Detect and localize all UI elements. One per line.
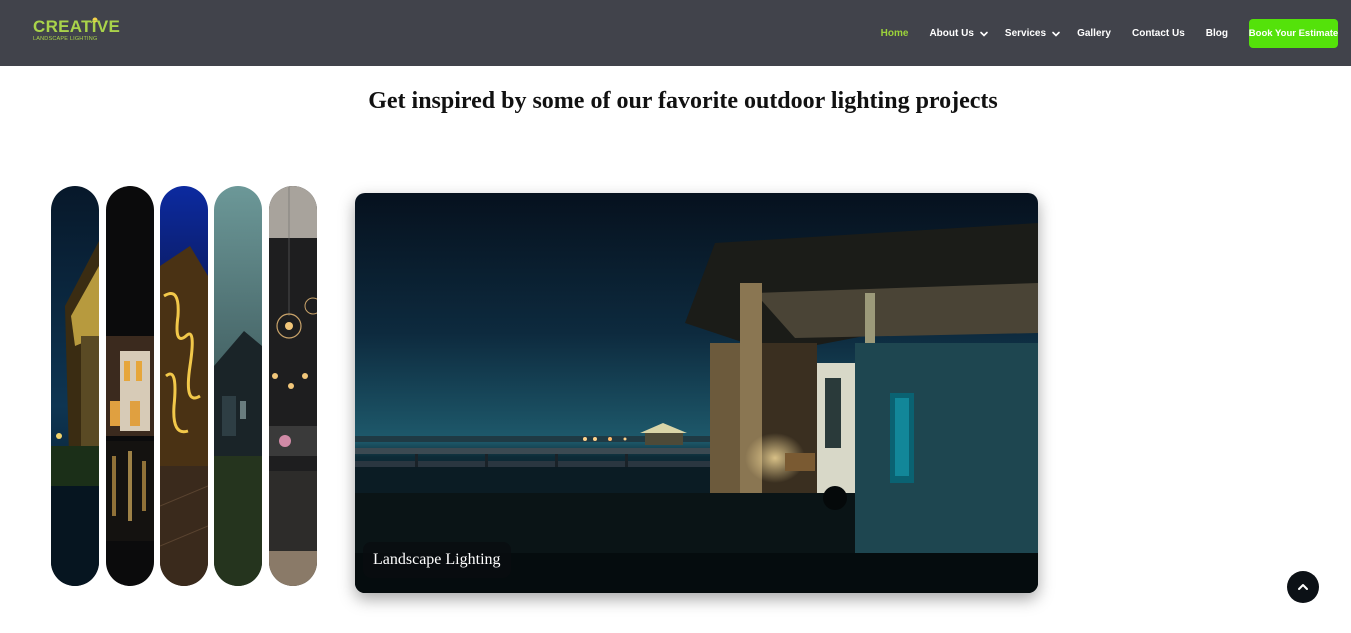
- gallery-thumbnail-1[interactable]: [51, 186, 99, 586]
- gallery-heading: Get inspired by some of our favorite out…: [368, 88, 998, 114]
- gallery-thumbnail-3[interactable]: [160, 186, 208, 586]
- nav-contact-us-label: Contact Us: [1131, 28, 1185, 39]
- nav-gallery[interactable]: Gallery: [1077, 28, 1111, 39]
- bulb-icon: [90, 17, 100, 24]
- brand-logo[interactable]: CREATIVE LANDSCAPE LIGHTING: [33, 17, 128, 50]
- nav-about-us-label: About Us: [929, 28, 974, 39]
- thumbnail-image: [160, 186, 208, 586]
- brand-tagline: LANDSCAPE LIGHTING: [33, 36, 98, 42]
- main-nav: Home About Us Services Gallery Contact U…: [881, 19, 1338, 48]
- nav-gallery-label: Gallery: [1077, 28, 1111, 39]
- book-estimate-button[interactable]: Book Your Estimate: [1249, 19, 1338, 48]
- featured-image-caption: Landscape Lighting: [363, 542, 511, 578]
- featured-image: [355, 193, 1038, 593]
- nav-blog[interactable]: Blog: [1206, 28, 1228, 39]
- chevron-down-icon: [980, 31, 988, 37]
- scroll-to-top-button[interactable]: [1287, 571, 1319, 603]
- brand-name: CREATIVE: [33, 17, 121, 36]
- thumbnail-image: [269, 186, 317, 586]
- gallery-thumbnail-2[interactable]: [106, 186, 154, 586]
- thumbnail-image: [106, 186, 154, 586]
- featured-gallery-image[interactable]: Landscape Lighting: [355, 193, 1038, 593]
- site-header: CREATIVE LANDSCAPE LIGHTING Home About U…: [0, 0, 1351, 66]
- thumbnail-image: [51, 186, 99, 586]
- chevron-down-icon: [1052, 31, 1060, 37]
- nav-home[interactable]: Home: [881, 28, 909, 39]
- gallery-thumbnail-4[interactable]: [214, 186, 262, 586]
- gallery-thumbnail-5[interactable]: [269, 186, 317, 586]
- nav-blog-label: Blog: [1205, 28, 1228, 39]
- nav-home-label: Home: [880, 28, 909, 39]
- thumbnail-image: [214, 186, 262, 586]
- nav-services-label: Services: [1004, 28, 1047, 39]
- nav-contact-us[interactable]: Contact Us: [1132, 28, 1185, 39]
- nav-about-us[interactable]: About Us: [929, 28, 988, 39]
- chevron-up-icon: [1298, 584, 1308, 590]
- nav-services[interactable]: Services: [1005, 28, 1061, 39]
